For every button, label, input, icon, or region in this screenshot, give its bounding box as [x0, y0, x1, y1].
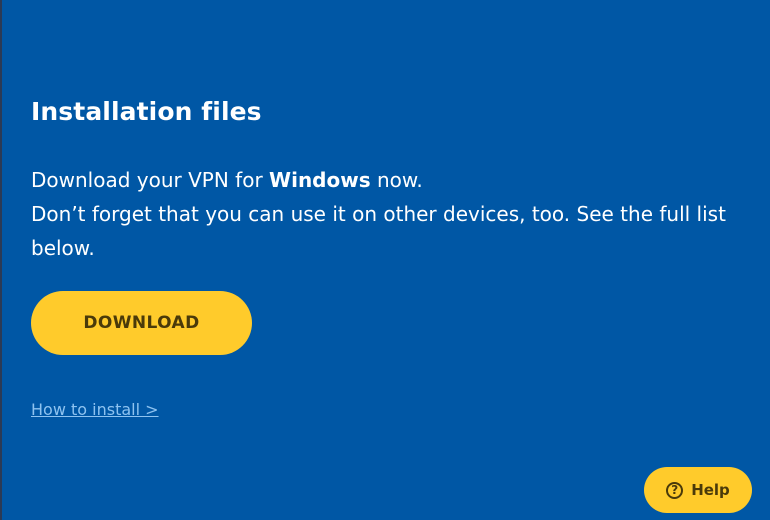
- description-other-devices: Don’t forget that you can use it on othe…: [31, 202, 726, 260]
- installation-page: Installation files Download your VPN for…: [0, 0, 770, 520]
- platform-name: Windows: [269, 168, 371, 192]
- description-suffix: now.: [370, 168, 423, 192]
- help-button[interactable]: ? Help: [644, 467, 752, 513]
- description-prefix: Download your VPN for: [31, 168, 270, 192]
- help-label: Help: [691, 481, 730, 499]
- how-to-install-link[interactable]: How to install >: [31, 400, 159, 419]
- download-button[interactable]: DOWNLOAD: [31, 291, 252, 355]
- description: Download your VPN for Windows now. Don’t…: [31, 163, 751, 265]
- question-circle-icon: ?: [666, 481, 684, 499]
- page-title: Installation files: [31, 97, 262, 126]
